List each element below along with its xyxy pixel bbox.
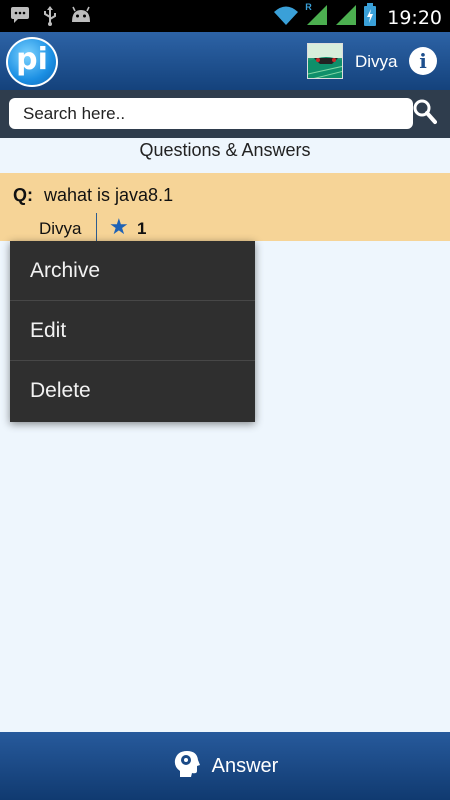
question-card[interactable]: Q: wahat is java8.1 Divya ★ 1 (0, 173, 450, 241)
avatar-image (308, 44, 342, 78)
answer-label: Answer (211, 754, 279, 777)
info-icon: i (419, 49, 427, 73)
clock: 19:20 (387, 6, 442, 29)
action-bar: pi Divya i (0, 32, 450, 90)
wifi-icon (273, 4, 299, 31)
question-meta-divider (96, 213, 97, 241)
section-title: Questions & Answers (139, 140, 311, 160)
answer-head-icon (172, 749, 202, 784)
question-prefix: Q: (13, 185, 33, 205)
system-icons: R 19:20 (273, 2, 442, 32)
search-bar (0, 90, 450, 138)
signal-icon: R (305, 2, 329, 31)
user-name[interactable]: Divya (355, 52, 398, 72)
question-author: Divya (39, 219, 82, 238)
answer-button[interactable]: Answer (0, 732, 450, 800)
question-text: wahat is java8.1 (44, 185, 174, 205)
menu-item-archive[interactable]: Archive (10, 241, 255, 301)
app-logo[interactable]: pi (6, 37, 58, 87)
search-input[interactable] (9, 98, 413, 129)
logo-text: pi (16, 41, 48, 77)
menu-item-delete[interactable]: Delete (10, 361, 255, 421)
star-count: 1 (137, 219, 147, 238)
avatar[interactable] (307, 43, 343, 79)
usb-icon (42, 6, 58, 31)
menu-item-edit[interactable]: Edit (10, 301, 255, 361)
notification-icons (10, 6, 92, 31)
star-icon[interactable]: ★ (109, 216, 129, 238)
roaming-badge: R (305, 2, 312, 12)
context-menu: Archive Edit Delete (10, 241, 255, 422)
battery-icon (363, 3, 377, 32)
chat-icon (10, 6, 30, 31)
app-screen: R 19:20 pi Divya i Search here.. Questio… (0, 0, 450, 800)
signal-icon-secondary (335, 4, 357, 31)
info-button[interactable]: i (409, 47, 437, 75)
search-icon (413, 99, 437, 124)
status-bar: R 19:20 (0, 0, 450, 32)
search-button[interactable] (413, 99, 437, 125)
android-icon (70, 6, 92, 31)
